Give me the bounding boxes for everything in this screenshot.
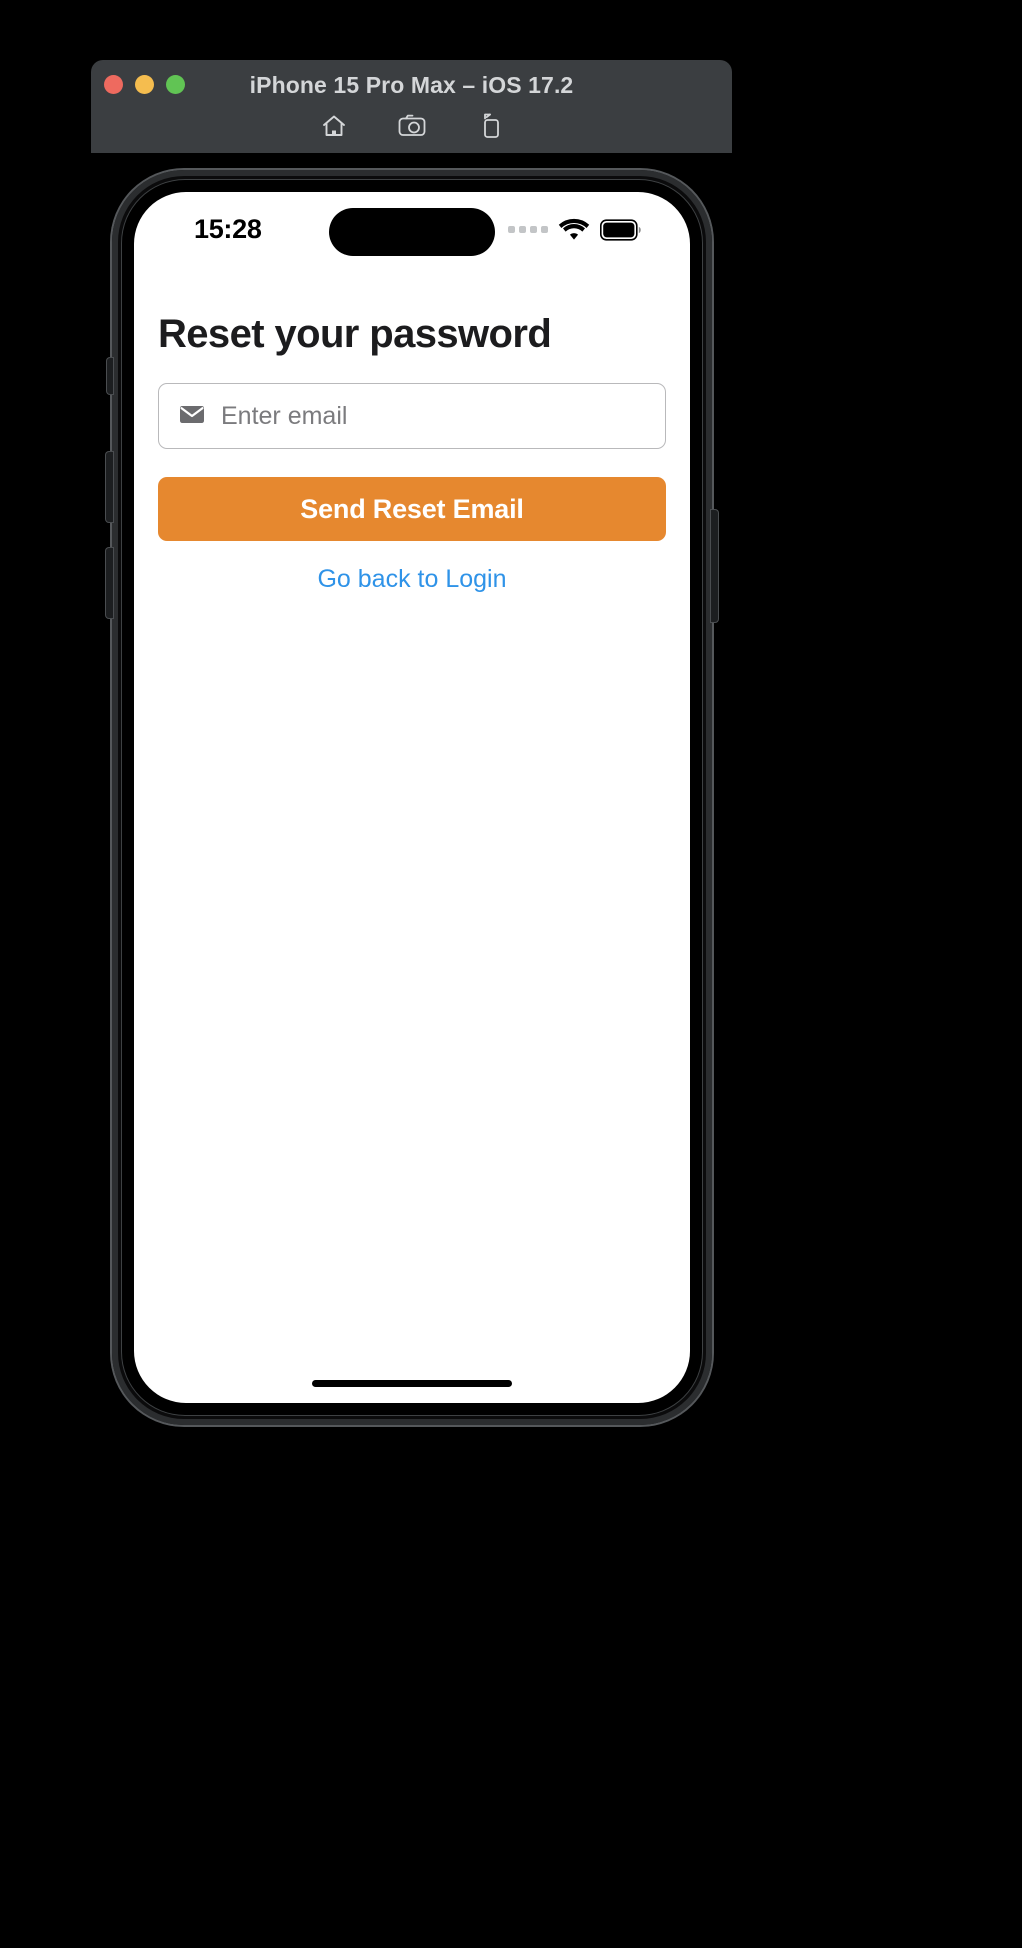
screenshot-camera-icon[interactable] [395, 110, 429, 142]
page-title: Reset your password [158, 312, 552, 356]
go-back-to-login-link[interactable]: Go back to Login [317, 565, 506, 593]
iphone-device-frame: 15:28 Reset your password Enter email Se… [106, 170, 718, 1425]
device-screen: 15:28 Reset your password Enter email Se… [134, 192, 690, 1403]
envelope-icon [177, 399, 207, 434]
volume-down-button[interactable] [106, 548, 113, 618]
home-icon[interactable] [317, 110, 351, 142]
simulator-toolbar [91, 110, 732, 142]
rotate-device-icon[interactable] [473, 110, 507, 142]
back-link-row: Go back to Login [158, 565, 666, 594]
cellular-signal-icon [508, 226, 548, 233]
power-button[interactable] [711, 510, 718, 622]
dynamic-island [329, 208, 495, 256]
simulator-window-titlebar: iPhone 15 Pro Max – iOS 17.2 [91, 60, 732, 153]
status-bar-time: 15:28 [194, 214, 262, 244]
simulator-window-title: iPhone 15 Pro Max – iOS 17.2 [249, 72, 574, 98]
email-field[interactable] [158, 383, 666, 449]
wifi-icon [558, 218, 590, 241]
volume-up-button[interactable] [106, 452, 113, 522]
status-bar-indicators [508, 218, 642, 241]
home-indicator[interactable] [312, 1380, 512, 1387]
battery-full-icon [600, 218, 642, 241]
status-bar: 15:28 [134, 192, 690, 268]
email-input[interactable] [221, 384, 647, 448]
reset-password-screen: Reset your password Send Reset Email Go … [134, 268, 690, 1403]
silent-switch[interactable] [107, 358, 113, 394]
send-reset-email-button[interactable]: Send Reset Email [158, 477, 666, 541]
